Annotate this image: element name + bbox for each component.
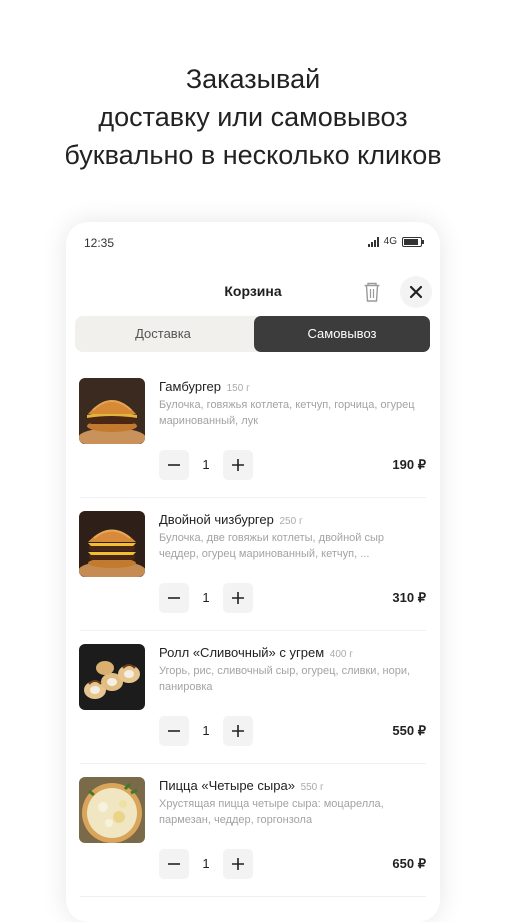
item-description: Хрустящая пицца четыре сыра: моцарелла, … [159, 798, 384, 826]
promo-headline: Заказывай доставку или самовывоз букваль… [0, 60, 506, 174]
decrease-button[interactable] [159, 716, 189, 746]
plus-icon [232, 592, 244, 604]
status-bar: 12:35 4G [84, 236, 424, 254]
cart-item: Гамбургер 150 г Булочка, говяжья котлета… [66, 365, 440, 498]
cart-item: Ролл «Сливочный» с угрем 400 г Угорь, ри… [66, 631, 440, 764]
status-time: 12:35 [84, 236, 115, 250]
increase-button[interactable] [223, 716, 253, 746]
increase-button[interactable] [223, 849, 253, 879]
headline-line-2: доставку или самовывоз [98, 102, 408, 132]
quantity-stepper: 1 [159, 849, 259, 879]
quantity-value: 1 [202, 723, 210, 738]
battery-icon [402, 236, 424, 247]
item-weight: 400 г [329, 649, 353, 660]
increase-button[interactable] [223, 583, 253, 613]
item-price: 310 ₽ [392, 590, 426, 605]
item-image-hamburger [79, 378, 145, 444]
quantity-value: 1 [202, 856, 210, 871]
tab-delivery[interactable]: Доставка [75, 316, 251, 352]
item-weight: 250 г [279, 516, 303, 527]
decrease-button[interactable] [159, 583, 189, 613]
delivery-mode-tabs: Доставка Самовывоз [75, 316, 430, 352]
plus-icon [232, 725, 244, 737]
plus-icon [232, 459, 244, 471]
headline-line-3: буквально в несколько кликов [64, 140, 442, 170]
quantity-value: 1 [202, 457, 210, 472]
cart-item: Пицца «Четыре сыра» 550 г Хрустящая пицц… [66, 764, 440, 897]
item-description: Угорь, рис, сливочный сыр, огурец, сливк… [159, 665, 411, 693]
minus-icon [168, 863, 180, 865]
item-description: Булочка, две говяжьи котлеты, двойной сы… [159, 532, 384, 560]
item-name: Пицца «Четыре сыра» 550 г [159, 778, 324, 793]
item-image-double-cheeseburger [79, 511, 145, 577]
quantity-stepper: 1 [159, 450, 259, 480]
status-indicators: 4G [367, 236, 424, 247]
quantity-value: 1 [202, 590, 210, 605]
page-title: Корзина [224, 283, 282, 299]
cart-item: Двойной чизбургер 250 г Булочка, две гов… [66, 498, 440, 631]
item-name: Ролл «Сливочный» с угрем 400 г [159, 645, 353, 660]
quantity-stepper: 1 [159, 716, 259, 746]
item-image-pizza [79, 777, 145, 843]
plus-icon [232, 858, 244, 870]
quantity-stepper: 1 [159, 583, 259, 613]
cart-header: Корзина [66, 274, 440, 308]
item-name: Гамбургер 150 г [159, 379, 250, 394]
minus-icon [168, 597, 180, 599]
item-price: 190 ₽ [392, 457, 426, 472]
item-description: Булочка, говяжья котлета, кетчуп, горчиц… [159, 399, 415, 427]
close-icon [409, 285, 423, 299]
minus-icon [168, 464, 180, 466]
phone-screen: 12:35 4G Корзина Доставка Самовывоз Гамб… [66, 222, 440, 922]
item-price: 650 ₽ [392, 856, 426, 871]
minus-icon [168, 730, 180, 732]
trash-icon[interactable] [362, 281, 382, 303]
decrease-button[interactable] [159, 849, 189, 879]
item-name: Двойной чизбургер 250 г [159, 512, 303, 527]
increase-button[interactable] [223, 450, 253, 480]
item-price: 550 ₽ [392, 723, 426, 738]
decrease-button[interactable] [159, 450, 189, 480]
item-weight: 150 г [226, 383, 250, 394]
network-type: 4G [383, 236, 397, 247]
item-image-roll [79, 644, 145, 710]
close-button[interactable] [400, 276, 432, 308]
item-weight: 550 г [300, 782, 324, 793]
headline-line-1: Заказывай [185, 64, 321, 94]
tab-pickup[interactable]: Самовывоз [254, 316, 430, 352]
signal-icon [367, 236, 379, 247]
divider [80, 896, 426, 897]
